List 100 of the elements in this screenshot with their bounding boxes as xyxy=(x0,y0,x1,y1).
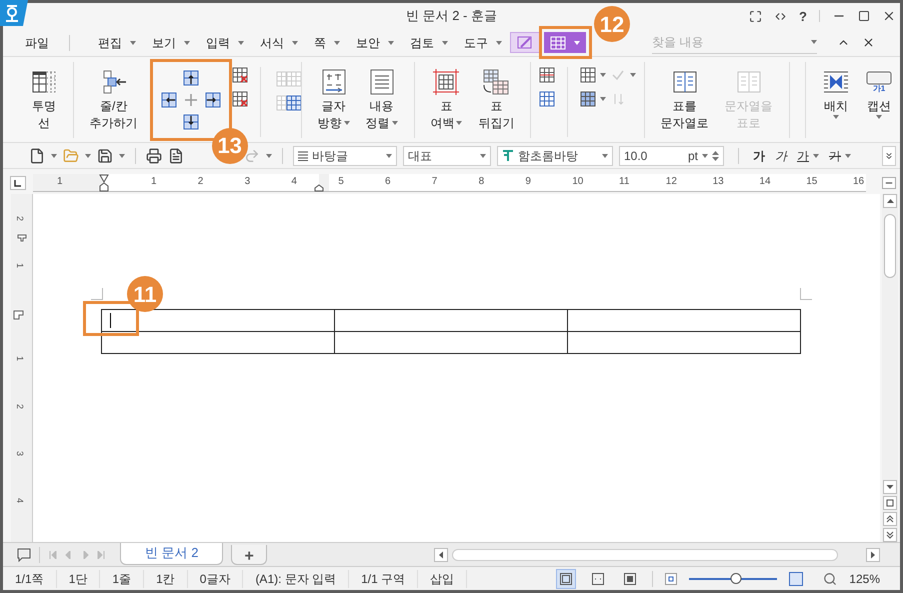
menu-item[interactable]: 입력 xyxy=(206,34,230,52)
ruler-number: 4 xyxy=(15,498,24,503)
font-size-field[interactable]: 10.0 pt xyxy=(619,146,724,166)
ruler-number: 5 xyxy=(338,175,344,189)
context-tab[interactable] xyxy=(510,32,540,53)
comment-icon[interactable] xyxy=(17,548,31,562)
indent-marker-icon[interactable] xyxy=(99,174,109,192)
scroll-down-icon[interactable] xyxy=(883,480,897,494)
page-view-icon[interactable] xyxy=(883,496,897,510)
ruler-number: 9 xyxy=(525,175,531,189)
ribbon-button[interactable]: 표 여백 xyxy=(422,62,470,138)
insert-below-icon[interactable] xyxy=(182,112,200,130)
insert-above-icon[interactable] xyxy=(182,68,200,86)
insert-left-icon[interactable] xyxy=(160,90,178,108)
status-item: 0글자 xyxy=(188,570,244,588)
status-item: 1/1 구역 xyxy=(349,570,418,588)
scroll-up-icon[interactable] xyxy=(886,199,894,203)
format-button[interactable]: 가 xyxy=(829,146,851,164)
ruler-number: 1 xyxy=(15,263,24,268)
horizontal-scroll-thumb[interactable] xyxy=(452,548,838,560)
split-cells-icon xyxy=(286,94,302,110)
view-mode-button[interactable] xyxy=(556,568,576,588)
caret-icon xyxy=(51,154,57,158)
style-dropdown[interactable]: 바탕글 xyxy=(293,146,397,166)
font-dropdown[interactable]: 함초롬바탕 xyxy=(497,146,613,166)
ribbon-button[interactable]: 가1 캡션 xyxy=(858,62,900,138)
zoom-slider[interactable] xyxy=(689,572,778,584)
search-field[interactable]: 찾을 내용 xyxy=(652,32,817,54)
search-input[interactable]: 찾을 내용 xyxy=(652,33,811,51)
caret-icon xyxy=(480,154,486,158)
menu-item[interactable]: 쪽 xyxy=(314,34,326,52)
ribbon-button[interactable]: 표 뒤집기 xyxy=(470,62,522,138)
window-title: 빈 문서 2 - 훈글 xyxy=(406,7,497,26)
caret-icon xyxy=(630,72,636,76)
ribbon-button[interactable]: 글자 방향 xyxy=(310,62,358,138)
table-cell[interactable] xyxy=(568,332,800,354)
table-cell[interactable] xyxy=(334,332,568,354)
ribbon-button[interactable]: 내용 정렬 xyxy=(358,62,406,138)
ruler-number: 16 xyxy=(853,175,864,189)
menu-item[interactable]: 파일 xyxy=(25,34,49,52)
maximize-icon[interactable] xyxy=(858,10,870,22)
tables-swap-icon xyxy=(481,68,512,96)
paragraph-dropdown[interactable]: 대표 xyxy=(403,146,491,166)
ruler-number: 2 xyxy=(15,404,24,409)
print-icon[interactable] xyxy=(146,148,162,164)
first-line-marker-icon xyxy=(17,234,27,242)
table-delete-column-icon xyxy=(232,90,248,106)
ribbon-button[interactable]: 배치 xyxy=(814,62,858,138)
ruler-number: 13 xyxy=(712,175,724,189)
menu-item[interactable]: 보기 xyxy=(152,34,176,52)
next-page-icon[interactable] xyxy=(883,528,897,542)
zoom-in-icon[interactable] xyxy=(789,572,804,586)
more-icon[interactable] xyxy=(884,150,894,160)
save-icon[interactable] xyxy=(97,148,113,164)
vertical-scrollbar[interactable] xyxy=(882,194,898,542)
scroll-left-icon[interactable] xyxy=(434,548,448,562)
insert-right-icon[interactable] xyxy=(204,90,222,108)
style-value: 바탕글 xyxy=(312,148,349,164)
help-button[interactable]: ? xyxy=(799,10,807,22)
ribbon-button[interactable]: 표를 문자열로 xyxy=(652,62,717,138)
ribbon-button[interactable]: 줄/칸 추가하기 xyxy=(82,62,146,138)
zoom-percentage: 125% xyxy=(849,570,880,588)
callout-number: 11 xyxy=(127,276,163,312)
zoom-slider-thumb[interactable] xyxy=(730,573,742,584)
caret-icon xyxy=(386,154,392,158)
add-tab-button[interactable]: + xyxy=(231,544,267,564)
table-cell[interactable] xyxy=(334,310,568,332)
new-document-icon[interactable] xyxy=(29,148,45,164)
menu-item[interactable]: 보안 xyxy=(356,34,380,52)
right-margin-marker-icon[interactable] xyxy=(314,184,324,192)
close-icon[interactable] xyxy=(862,36,875,49)
menu-item[interactable]: 편집 xyxy=(98,34,122,52)
caret-icon xyxy=(600,96,606,100)
table-cell[interactable] xyxy=(102,332,334,354)
format-button[interactable]: 가 xyxy=(775,146,787,164)
table-cell[interactable] xyxy=(568,310,800,332)
scroll-thumb[interactable] xyxy=(884,214,896,278)
tab-type-icon[interactable] xyxy=(10,176,26,190)
menu-item[interactable]: 서식 xyxy=(260,34,284,52)
format-button[interactable]: 가 xyxy=(797,146,819,164)
search-icon[interactable] xyxy=(823,572,838,586)
zoom-out-icon[interactable] xyxy=(665,572,678,584)
menu-item[interactable]: 도구 xyxy=(464,34,488,52)
format-button[interactable]: 가 xyxy=(753,146,765,164)
scroll-right-icon[interactable] xyxy=(866,548,880,562)
table-cell[interactable] xyxy=(102,310,334,332)
fullscreen-icon[interactable] xyxy=(749,10,762,22)
spinner-arrows-icon[interactable] xyxy=(712,150,719,162)
plus-icon xyxy=(184,92,198,106)
ribbon-button[interactable]: 투명 선 xyxy=(23,62,65,138)
table-to-text-icon xyxy=(672,68,698,94)
close-icon[interactable] xyxy=(882,9,896,23)
page-view-icon xyxy=(560,572,572,584)
ruler-number: 2 xyxy=(15,216,24,221)
context-tab[interactable] xyxy=(544,32,586,53)
document-tab[interactable]: 빈 문서 2 xyxy=(120,542,224,564)
paragraph-lines-icon xyxy=(298,150,308,160)
preview-icon[interactable] xyxy=(168,148,184,164)
menu-item[interactable]: 검토 xyxy=(410,34,434,52)
previous-page-icon[interactable] xyxy=(883,512,897,526)
